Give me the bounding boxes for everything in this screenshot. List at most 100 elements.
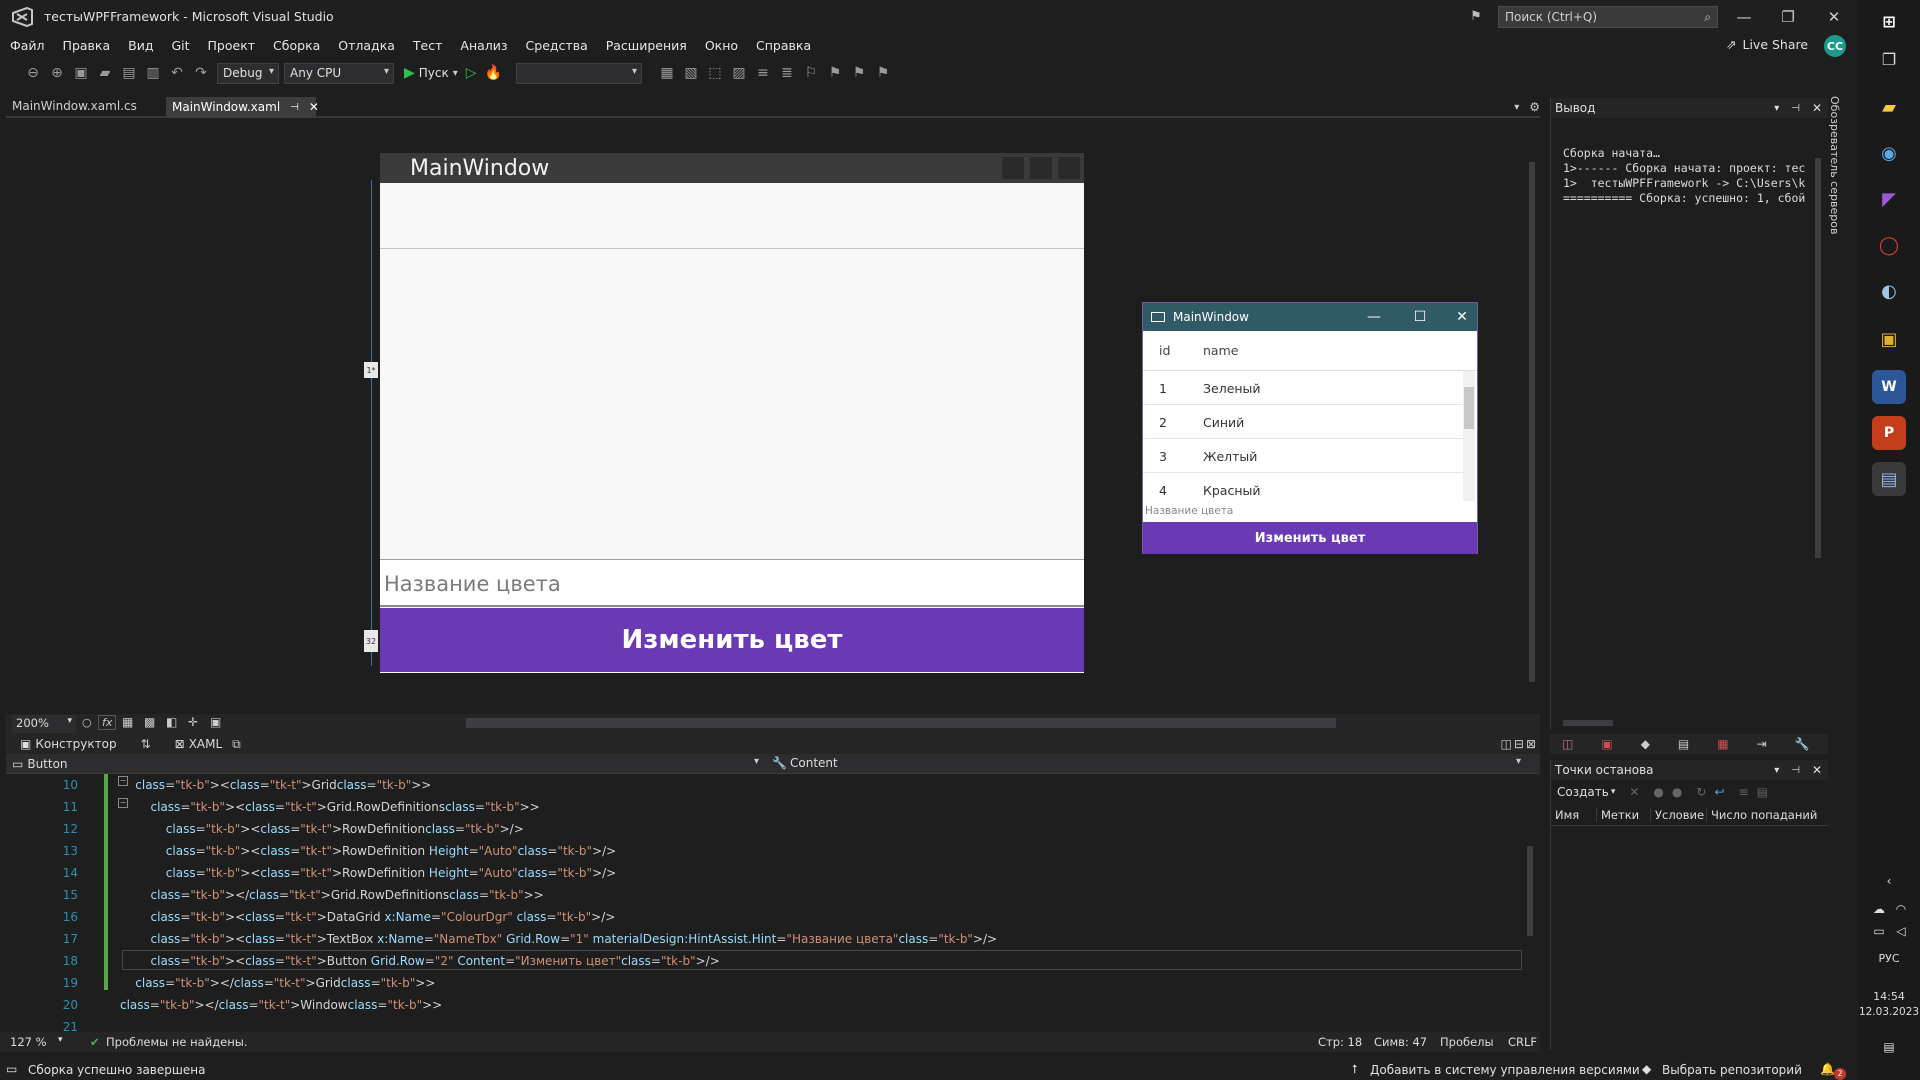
minimize-icon[interactable]: —	[1359, 307, 1389, 327]
code-line[interactable]: class="tk-b"><class="tk-t">Gridclass="tk…	[120, 778, 431, 792]
output-text[interactable]: Сборка начата… 1>------ Сборка начата: пр…	[1563, 146, 1821, 206]
export-icon[interactable]: ▤	[1757, 785, 1768, 799]
line-ending-indicator[interactable]: CRLF	[1508, 1035, 1537, 1049]
color-name-input[interactable]: Название цвета	[1145, 505, 1233, 517]
menu-window[interactable]: Окно	[705, 38, 738, 53]
notification-bell-icon[interactable]: 🔔	[1820, 1062, 1835, 1076]
table-row[interactable]: 2 Синий	[1143, 405, 1463, 439]
configuration-select[interactable]: Debug ▾	[217, 62, 279, 84]
uncomment-icon[interactable]: ≣	[776, 62, 798, 84]
chevron-down-icon[interactable]: ▾	[453, 68, 458, 79]
grid-row-marker[interactable]: 32	[364, 630, 378, 652]
artboard-icon[interactable]: ◧	[166, 715, 177, 729]
tab-mainwindow-xaml-cs[interactable]: MainWindow.xaml.cs	[6, 97, 166, 117]
column-header-labels[interactable]: Метки	[1597, 807, 1651, 822]
menu-git[interactable]: Git	[171, 38, 189, 53]
chevron-left-icon[interactable]: ‹	[1880, 874, 1898, 888]
new-project-icon[interactable]: ▣	[70, 62, 92, 84]
property-selector[interactable]: Content	[790, 756, 838, 770]
column-header-name[interactable]: Имя	[1551, 807, 1597, 822]
chevron-down-icon[interactable]: ▾	[1774, 103, 1779, 114]
swap-panes-icon[interactable]: ⇅	[141, 737, 151, 751]
wifi-icon[interactable]: ◠	[1892, 902, 1910, 916]
delete-icon[interactable]: ✕	[1629, 785, 1639, 799]
forward-icon[interactable]: ⊕	[46, 62, 68, 84]
save-all-icon[interactable]: ▥	[142, 62, 164, 84]
change-color-button[interactable]: Изменить цвет	[1143, 522, 1477, 554]
enable-all-icon[interactable]: ●	[1672, 785, 1682, 799]
designer-vertical-scrollbar[interactable]	[1526, 122, 1538, 712]
target-select[interactable]: ▾	[516, 62, 643, 84]
datagrid-placeholder[interactable]	[380, 183, 1084, 559]
undo-icon[interactable]: ↶	[166, 62, 188, 84]
grid-icon[interactable]: ▦	[122, 715, 133, 729]
menu-debug[interactable]: Отладка	[338, 38, 395, 53]
visual-studio-icon[interactable]: ◤	[1872, 182, 1906, 216]
code-line[interactable]: class="tk-b"></class="tk-t">Grid.RowDefi…	[120, 888, 544, 902]
chevron-down-icon[interactable]: ▾	[1774, 765, 1779, 776]
app-icon[interactable]: ▣	[1872, 322, 1906, 356]
code-line[interactable]: class="tk-b"><class="tk-t">RowDefinition…	[120, 866, 616, 880]
find-icon[interactable]: ◫	[1562, 737, 1573, 751]
editor-zoom[interactable]: 127 %	[10, 1035, 47, 1049]
output-vertical-scrollbar[interactable]	[1813, 148, 1823, 720]
code-line[interactable]: class="tk-b"><class="tk-t">RowDefinition…	[120, 844, 616, 858]
scrollbar-thumb[interactable]	[1464, 387, 1474, 429]
column-header-hit-count[interactable]: Число попаданий	[1707, 808, 1817, 822]
scrollbar-thumb[interactable]	[1815, 158, 1821, 558]
popout-xaml-icon[interactable]: ⧉	[232, 737, 241, 752]
menu-edit[interactable]: Правка	[63, 38, 111, 53]
clock-time[interactable]: 14:54	[1858, 990, 1920, 1003]
maximize-icon[interactable]: ☐	[1405, 307, 1435, 327]
column-indicator[interactable]: Симв: 47	[1374, 1035, 1427, 1049]
disable-all-icon[interactable]: ●	[1653, 785, 1663, 799]
hot-reload-icon[interactable]: 🔥	[485, 65, 502, 81]
element-selector[interactable]: Button	[27, 757, 67, 771]
horizontal-split-icon[interactable]: ⊟	[1514, 737, 1524, 751]
chevron-down-icon[interactable]: ▾	[1516, 756, 1521, 767]
back-icon[interactable]: ⊖	[22, 62, 44, 84]
select-repository-button[interactable]: Выбрать репозиторий	[1662, 1063, 1802, 1077]
refresh-icon[interactable]: ○	[82, 716, 92, 729]
steam-icon[interactable]: ◐	[1872, 274, 1906, 308]
start-button-label[interactable]: Пуск	[419, 66, 449, 80]
create-breakpoint-button[interactable]: Создать	[1557, 785, 1609, 799]
wrench-icon[interactable]: 🔧	[1795, 737, 1810, 751]
task-view-icon[interactable]: ❐	[1872, 42, 1906, 76]
designer-horizontal-scrollbar[interactable]	[466, 718, 1336, 728]
chevron-down-icon[interactable]: ▾	[1611, 787, 1616, 797]
output-horizontal-scrollbar[interactable]	[1563, 719, 1807, 727]
chevron-down-icon[interactable]: ▾	[754, 756, 759, 767]
column-header-id[interactable]: id	[1159, 343, 1170, 358]
battery-icon[interactable]: ▭	[1870, 924, 1888, 938]
menu-build[interactable]: Сборка	[273, 38, 320, 53]
bookmark-next-icon[interactable]: ⚑	[848, 62, 870, 84]
code-line[interactable]: class="tk-b"><class="tk-t">Grid.RowDefin…	[120, 800, 540, 814]
language-indicator[interactable]: РУС	[1858, 952, 1920, 965]
close-icon[interactable]: ✕	[1812, 101, 1822, 115]
bookmark-icon[interactable]: ⚐	[800, 62, 822, 84]
chevron-down-icon[interactable]: ▾	[58, 1035, 63, 1045]
columns-icon[interactable]: ≡	[1739, 785, 1749, 799]
scrollbar-thumb[interactable]	[1527, 846, 1533, 936]
bookmark-prev-icon[interactable]: ⚑	[824, 62, 846, 84]
column-header-name[interactable]: name	[1203, 343, 1238, 358]
collapse-pane-icon[interactable]: ⊠	[1526, 737, 1536, 751]
menu-extensions[interactable]: Расширения	[606, 38, 687, 53]
word-icon[interactable]: W	[1872, 370, 1906, 404]
bookmark-clear-icon[interactable]: ⚑	[872, 62, 894, 84]
layout-icon[interactable]: ▧	[680, 62, 702, 84]
tab-mainwindow-xaml[interactable]: MainWindow.xaml ⊣ ✕	[166, 97, 319, 117]
name-textbox[interactable]: Название цвета	[380, 559, 1084, 607]
pin-icon[interactable]: ⊣	[1791, 103, 1800, 114]
add-to-source-control-button[interactable]: Добавить в систему управления версиями	[1370, 1063, 1640, 1077]
code-line[interactable]: class="tk-b"><class="tk-t">Button Grid.R…	[120, 954, 720, 968]
opera-icon[interactable]: ◯	[1872, 228, 1906, 262]
tab-overflow-icon[interactable]: ▾	[1514, 102, 1519, 113]
menu-file[interactable]: Файл	[10, 38, 45, 53]
pin-icon[interactable]: ⊣	[1791, 765, 1800, 776]
issues-status[interactable]: Проблемы не найдены.	[106, 1035, 247, 1049]
close-icon[interactable]: ✕	[1447, 307, 1477, 327]
refresh-icon[interactable]: ↻	[1696, 785, 1706, 799]
properties-icon[interactable]: ▤	[1678, 737, 1689, 751]
